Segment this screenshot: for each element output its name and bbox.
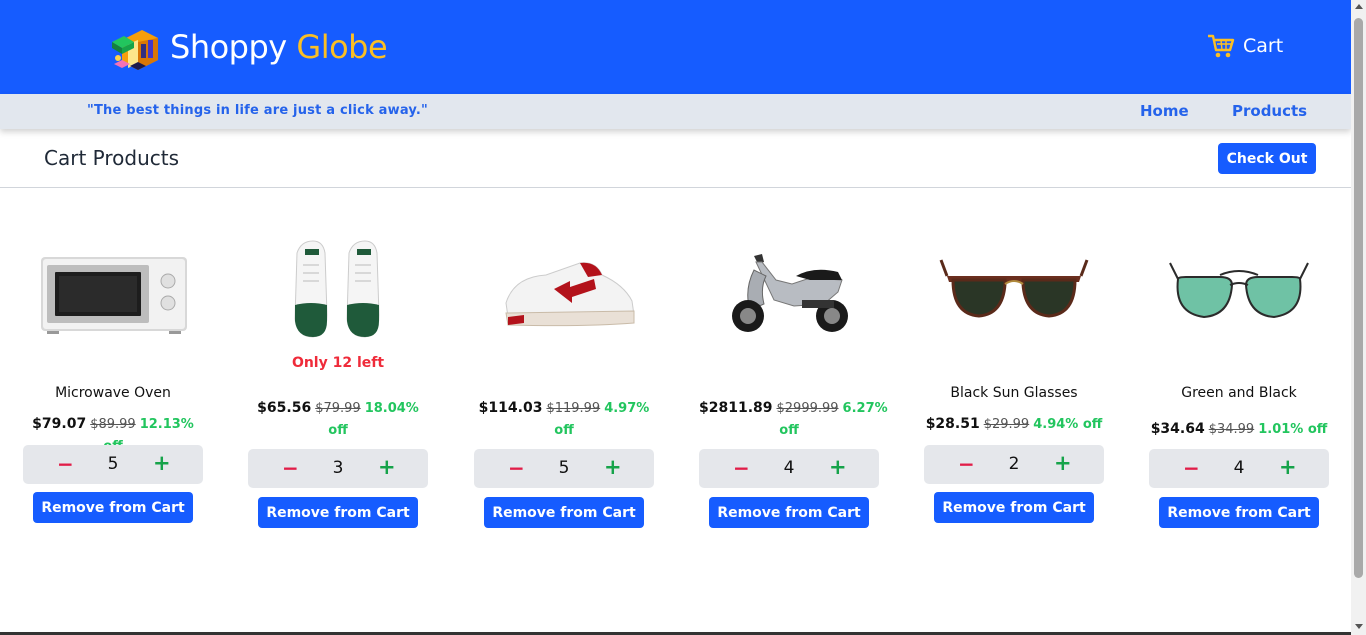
quantity-stepper: − 4 +: [699, 449, 879, 488]
sunglasses-image: [939, 259, 1089, 318]
nav-home-link[interactable]: Home: [1140, 102, 1189, 120]
original-price: $89.99: [90, 417, 136, 432]
scooter-image: [732, 254, 848, 332]
cart-label: Cart: [1243, 35, 1284, 57]
quantity-value: 2: [1008, 454, 1020, 474]
increase-button[interactable]: +: [153, 451, 171, 475]
product-name: Green and Black: [1181, 385, 1297, 401]
price: $65.56: [257, 400, 312, 416]
quantity-stepper: − 4 +: [1149, 449, 1329, 488]
brand-name: Shoppy Globe: [170, 28, 388, 66]
original-price: $34.99: [1208, 422, 1255, 437]
price: $79.07: [32, 416, 87, 432]
cart-item: $2811.89 $2999.99 6.27% off − 4 + Remove f…: [699, 225, 888, 535]
stock-warning: Only 12 left: [291, 355, 385, 371]
discount: 1.01% off: [1258, 422, 1328, 437]
scroll-up-arrow-icon[interactable]: [1355, 4, 1363, 9]
divider: [0, 187, 1351, 188]
quantity-value: 5: [107, 454, 119, 474]
quantity-stepper: − 5 +: [23, 445, 203, 484]
product-image[interactable]: [23, 225, 203, 355]
product-image[interactable]: [248, 225, 428, 355]
quantity-stepper: − 2 +: [924, 445, 1104, 484]
increase-button[interactable]: +: [1054, 451, 1072, 475]
page: Shoppy Globe Cart "The best things in li…: [0, 0, 1366, 635]
product-image[interactable]: [474, 225, 654, 355]
product-image[interactable]: [699, 225, 879, 355]
logo[interactable]: Shoppy Globe: [108, 20, 388, 74]
price-row: $34.64 $34.99 1.01% off: [1149, 418, 1329, 441]
product-name: Microwave Oven: [55, 385, 171, 401]
remove-from-cart-button[interactable]: Remove from Cart: [934, 492, 1094, 523]
original-price: $79.99: [315, 401, 361, 416]
sneaker-image: [505, 262, 635, 327]
globe-logo-icon: [112, 30, 158, 70]
top-navbar: Shoppy Globe Cart: [0, 0, 1351, 94]
cart-item: Microwave Oven $79.07$89.9912.13% off − …: [23, 225, 203, 535]
quantity-stepper: − 5 +: [474, 449, 654, 488]
quantity-value: 4: [783, 458, 795, 478]
football-boots-image: [294, 240, 380, 338]
price-row: $114.03 $119.99 4.97% off: [474, 397, 654, 442]
scroll-down-arrow-icon[interactable]: [1355, 624, 1363, 629]
discount: 4.94% off: [1033, 417, 1103, 432]
remove-from-cart-button[interactable]: Remove from Cart: [33, 492, 193, 523]
cart-item: Green and Black $34.64 $34.99 1.01% off − …: [1149, 225, 1329, 535]
product-name: Black Sun Glasses: [950, 385, 1078, 401]
tagline: "The best things in life are just a clic…: [87, 103, 428, 118]
original-price: $119.99: [546, 401, 601, 416]
product-image[interactable]: [924, 225, 1104, 355]
increase-button[interactable]: +: [1279, 455, 1297, 479]
cart-item: Black Sun Glasses $28.51 $29.99 4.94% off …: [924, 225, 1104, 535]
quantity-value: 5: [558, 458, 570, 478]
remove-from-cart-button[interactable]: Remove from Cart: [484, 497, 644, 528]
cart-title: Cart Products: [44, 146, 179, 170]
checkout-button[interactable]: Check Out: [1218, 143, 1316, 174]
remove-from-cart-button[interactable]: Remove from Cart: [709, 497, 869, 528]
increase-button[interactable]: +: [829, 455, 847, 479]
remove-from-cart-button[interactable]: Remove from Cart: [258, 497, 418, 528]
nav-products-link[interactable]: Products: [1232, 102, 1307, 120]
remove-from-cart-button[interactable]: Remove from Cart: [1159, 497, 1319, 528]
cart-item: Only 12 left $65.56 $79.99 18.04% off − 3 …: [248, 225, 428, 535]
cart-item: $114.03 $119.99 4.97% off − 5 + Remove fro…: [474, 225, 654, 535]
original-price: $29.99: [983, 417, 1030, 432]
brand-primary: Shoppy: [170, 28, 287, 66]
increase-button[interactable]: +: [604, 455, 622, 479]
increase-button[interactable]: +: [378, 455, 396, 479]
quantity-stepper: − 3 +: [248, 449, 428, 488]
cart-link[interactable]: Cart: [1207, 33, 1283, 59]
scrollbar-thumb[interactable]: [1354, 18, 1363, 578]
product-image[interactable]: [1149, 225, 1329, 355]
aviator-glasses-image: [1169, 262, 1309, 319]
price-row: $65.56 $79.99 18.04% off: [248, 397, 428, 442]
quantity-value: 4: [1233, 458, 1245, 478]
microwave-image: [41, 257, 187, 334]
price-row: $28.51 $29.99 4.94% off: [924, 413, 1104, 436]
sub-navbar: "The best things in life are just a clic…: [0, 94, 1351, 129]
brand-accent: Globe: [296, 28, 388, 66]
quantity-value: 3: [332, 458, 344, 478]
price: $34.64: [1150, 421, 1205, 437]
price: $2811.89: [699, 400, 773, 416]
cart-icon: [1208, 34, 1235, 58]
price: $114.03: [478, 400, 543, 416]
price: $28.51: [925, 416, 980, 432]
original-price: $2999.99: [776, 401, 839, 416]
price-row: $2811.89 $2999.99 6.27% off: [699, 397, 888, 442]
